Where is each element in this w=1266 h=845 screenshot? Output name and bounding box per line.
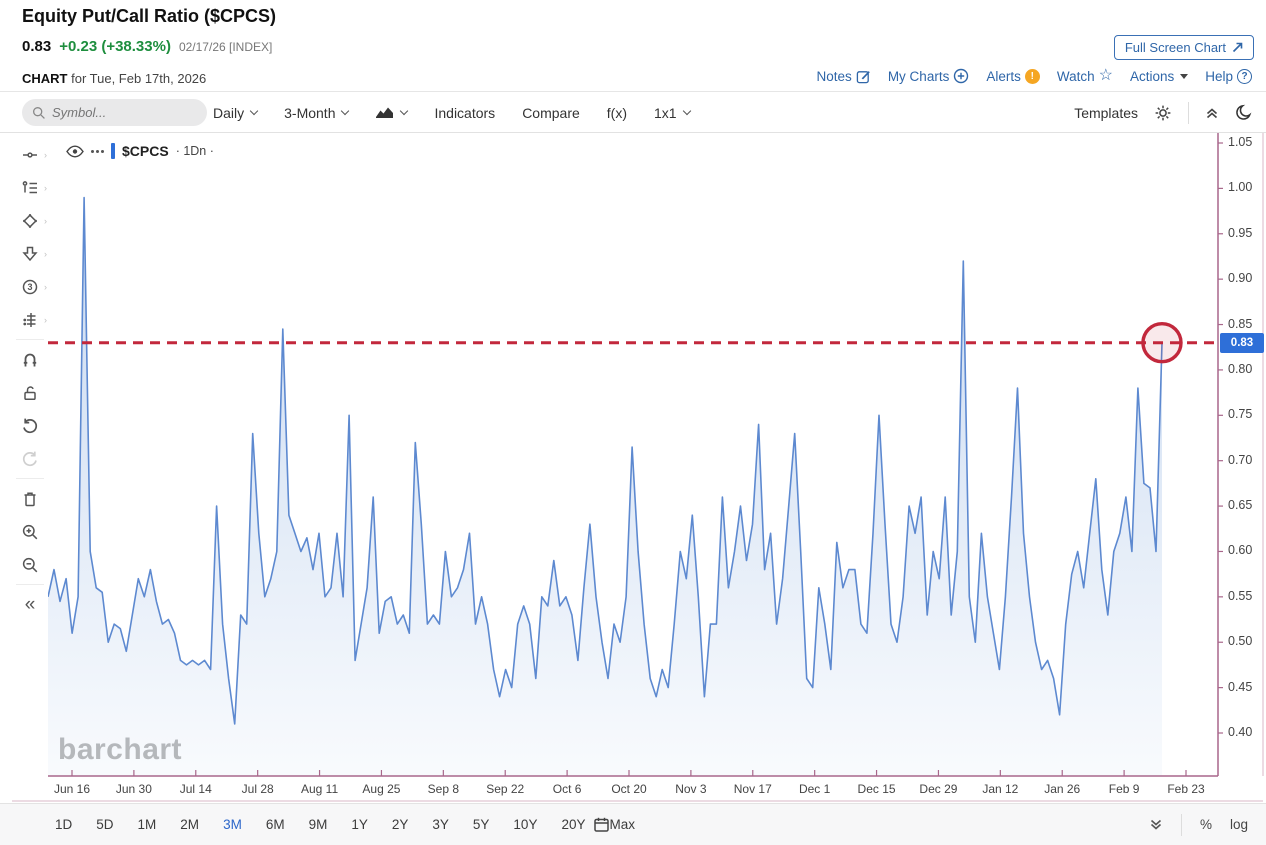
redo-icon [21,450,39,468]
y-axis-label: 0.45 [1228,680,1252,694]
pattern-tool[interactable]: › [12,303,48,336]
fibonacci-tool[interactable]: › [12,171,48,204]
x-axis-label: Feb 9 [1096,782,1152,796]
pattern-icon [21,311,39,329]
redo-tool[interactable] [12,442,48,475]
x-axis-label: Dec 1 [787,782,843,796]
magnet-icon [21,351,39,369]
x-axis-label: Jan 12 [972,782,1028,796]
highlight-circle [1143,324,1181,362]
number-annotation-tool[interactable]: 3› [12,270,48,303]
y-axis-label: 0.85 [1228,317,1252,331]
zoom-out-tool[interactable] [12,548,48,581]
x-axis-label: Jan 26 [1034,782,1090,796]
y-axis-label: 0.70 [1228,453,1252,467]
y-axis-label: 1.05 [1228,135,1252,149]
y-axis-label: 0.50 [1228,634,1252,648]
trendline-tool[interactable]: › [12,138,48,171]
delete-tool[interactable] [12,482,48,515]
zoom-out-icon [21,556,39,574]
y-axis-label: 0.80 [1228,362,1252,376]
y-axis-label: 0.95 [1228,226,1252,240]
area-fill [48,198,1162,777]
x-axis-label: Oct 20 [601,782,657,796]
unlock-tool[interactable] [12,376,48,409]
zoom-in-tool[interactable] [12,515,48,548]
x-axis-label: Aug 11 [292,782,348,796]
x-axis-label: Oct 6 [539,782,595,796]
collapse-toolbar-button[interactable]: « [12,588,48,621]
tool-group-divider [16,584,44,585]
arrow-tool[interactable]: › [12,237,48,270]
y-axis-label: 0.75 [1228,407,1252,421]
double-chevron-left-icon: « [25,595,36,614]
series-color-bar [111,143,115,159]
trash-icon [21,490,39,508]
x-axis-label: Jul 28 [230,782,286,796]
last-price-axis-badge: 0.83 [1220,333,1264,353]
drawing-toolbar: › › › › 3› › « [12,138,48,621]
x-axis-label: Sep 22 [477,782,533,796]
shapes-tool[interactable]: › [12,204,48,237]
svg-text:3: 3 [27,282,32,292]
tool-group-divider [16,339,44,340]
arrow-down-icon [21,245,39,263]
fibonacci-icon [21,179,39,197]
zoom-in-icon [21,523,39,541]
y-axis-label: 0.60 [1228,543,1252,557]
trendline-icon [21,146,39,164]
x-axis-label: Sep 8 [415,782,471,796]
x-axis-label: Jun 16 [44,782,100,796]
more-options-icon[interactable] [91,150,104,153]
y-axis-label: 0.65 [1228,498,1252,512]
series-legend: $CPCS · 1Dn · [66,143,214,159]
x-axis-label: Jun 30 [106,782,162,796]
shapes-diamond-icon [21,212,39,230]
tool-group-divider [16,478,44,479]
series-symbol[interactable]: $CPCS [122,143,169,159]
series-interval[interactable]: · 1Dn · [176,144,214,158]
x-axis-label: Nov 3 [663,782,719,796]
y-axis-label: 1.00 [1228,180,1252,194]
y-axis-label: 0.40 [1228,725,1252,739]
y-axis-label: 0.55 [1228,589,1252,603]
chart-plot[interactable] [0,0,1266,845]
magnet-tool[interactable] [12,343,48,376]
x-axis-label: Aug 25 [353,782,409,796]
eye-icon[interactable] [66,145,84,158]
unlock-icon [21,384,39,402]
number-circle-icon: 3 [21,278,39,296]
y-axis-label: 0.90 [1228,271,1252,285]
x-axis-label: Dec 29 [910,782,966,796]
x-axis-label: Jul 14 [168,782,224,796]
undo-icon [21,417,39,435]
x-axis-label: Dec 15 [849,782,905,796]
undo-tool[interactable] [12,409,48,442]
x-axis-label: Feb 23 [1158,782,1214,796]
x-axis-label: Nov 17 [725,782,781,796]
